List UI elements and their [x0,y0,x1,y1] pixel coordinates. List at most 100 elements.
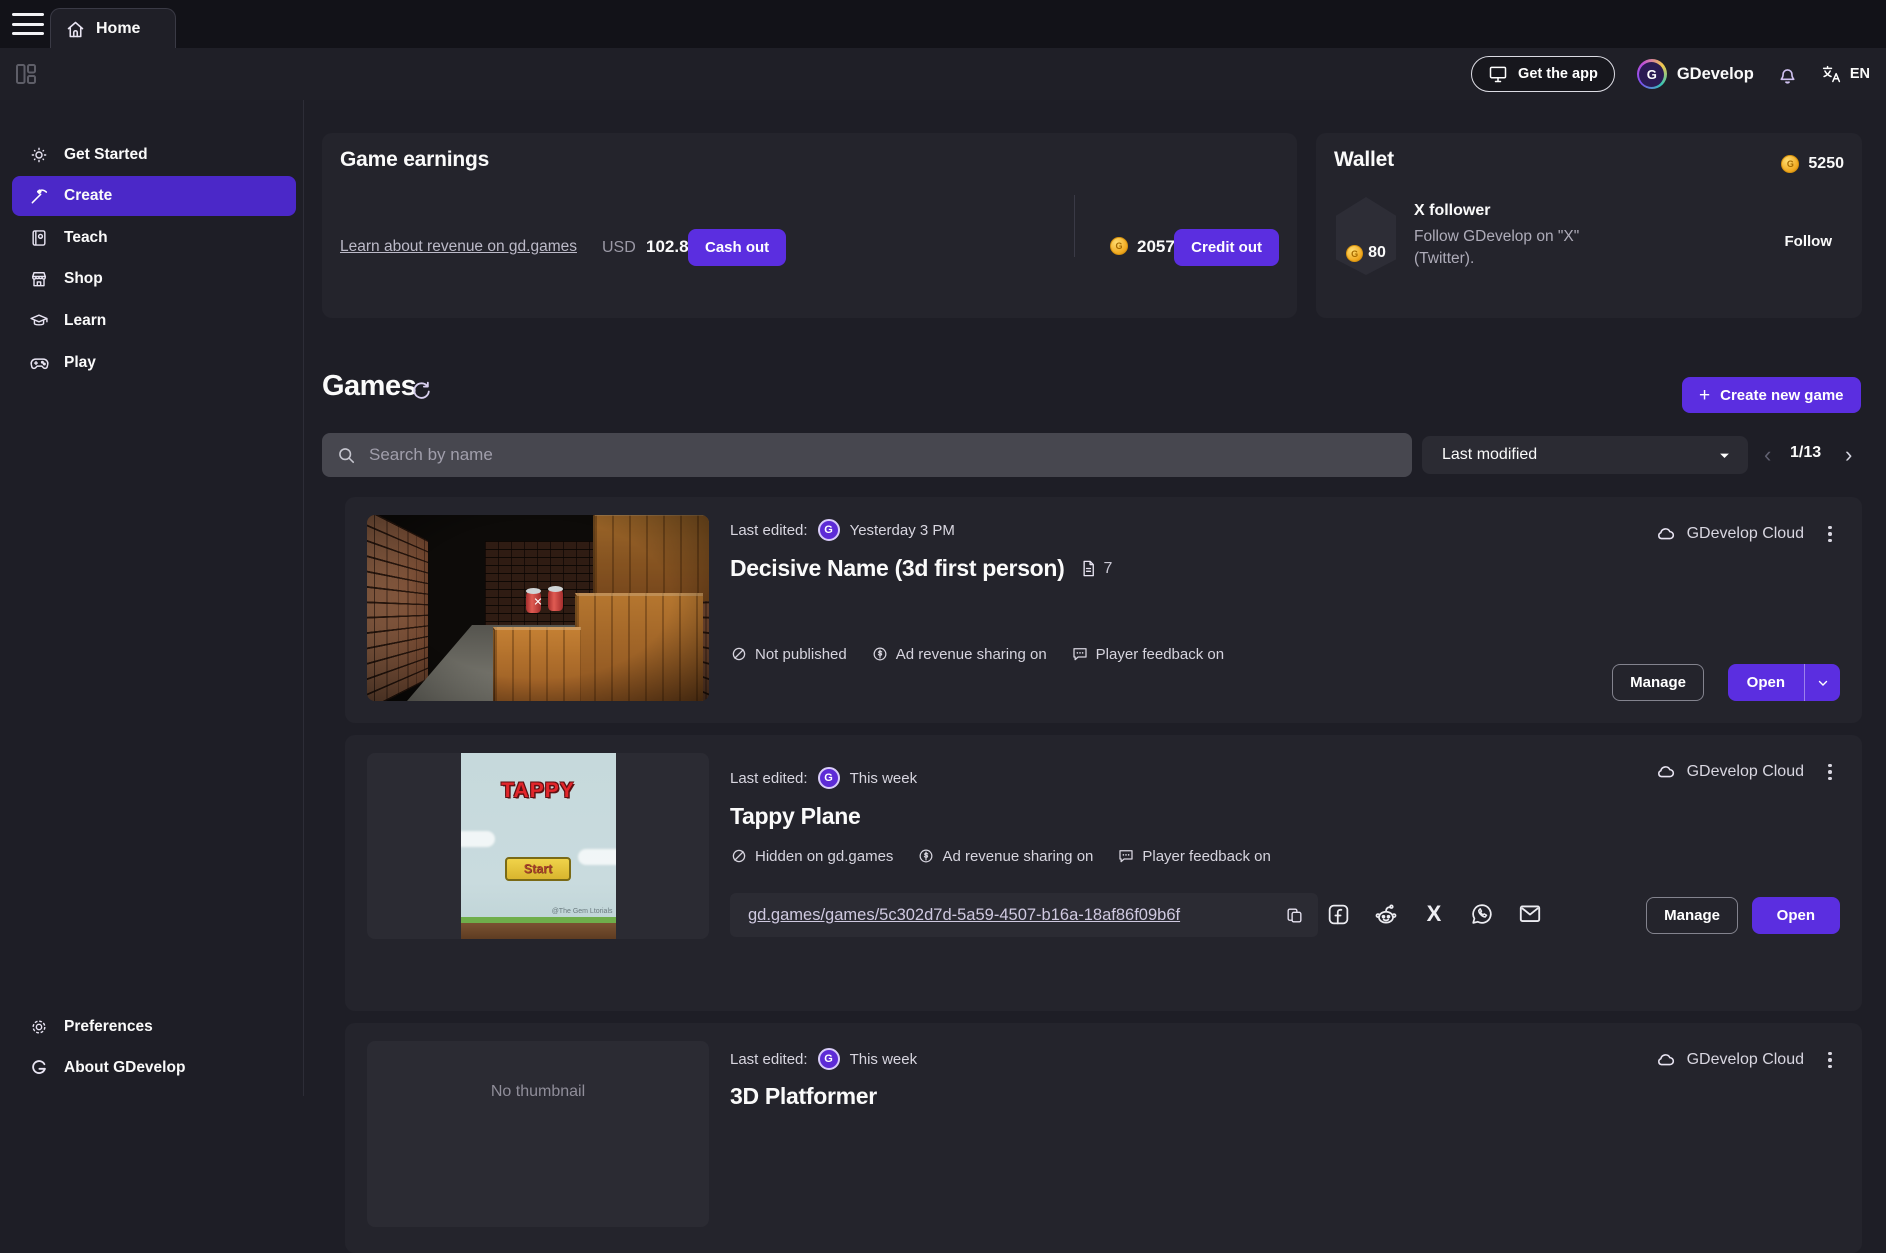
game-title-row: Tappy Plane [730,803,860,830]
create-new-game-label: Create new game [1720,387,1843,404]
graduation-cap-icon [28,311,50,331]
reddit-icon[interactable] [1373,901,1399,927]
wallet-balance: G 5250 [1781,155,1844,173]
chevron-down-icon [1717,448,1732,463]
project-manager-icon[interactable] [14,62,38,86]
book-icon [28,228,50,248]
storage-indicator: GDevelop Cloud [1655,761,1804,783]
player-feedback-tag: Player feedback on [1117,847,1270,865]
game-card: TAPPY Start @The Gem Ltorials Last edite… [345,735,1862,1011]
game-tags: Not published Ad revenue sharing on Play… [730,645,1224,663]
document-icon [1079,559,1098,578]
sidebar-item-get-started[interactable]: Get Started [12,135,296,175]
last-edited-value: This week [850,770,918,787]
dollar-circle-icon [917,847,935,865]
profile-button[interactable]: G GDevelop [1637,59,1754,89]
kebab-menu-icon[interactable] [1820,761,1840,783]
get-the-app-button[interactable]: Get the app [1471,56,1615,92]
search-input[interactable] [369,445,1398,465]
page-indicator: 1/13 [1790,444,1821,462]
menu-icon[interactable] [12,13,44,35]
sort-dropdown[interactable]: Last modified [1422,436,1748,474]
player-feedback-tag: Player feedback on [1071,645,1224,663]
ad-revenue-tag: Ad revenue sharing on [871,645,1047,663]
manage-button[interactable]: Manage [1646,897,1738,934]
copy-icon[interactable] [1285,906,1304,925]
sidebar-item-preferences[interactable]: Preferences [12,1007,296,1047]
tab-bar: Home [0,0,1886,48]
open-button[interactable]: Open [1752,897,1840,934]
last-edited-value: This week [850,1051,918,1068]
sidebar-item-create[interactable]: Create [12,176,296,216]
speech-bubble-icon [1071,645,1089,663]
next-page-icon[interactable]: › [1845,440,1852,471]
gdevelop-logo: G [1637,59,1667,89]
language-selector[interactable]: EN [1821,64,1870,85]
sidebar-item-play[interactable]: Play [12,343,296,383]
last-edited-label: Last edited: [730,522,808,539]
coin-icon: G [1346,245,1363,262]
sun-icon [28,145,50,165]
sidebar-item-learn[interactable]: Learn [12,301,296,341]
open-button-split[interactable]: Open [1728,664,1840,701]
task-desc-line1: Follow GDevelop on "X" [1414,228,1579,246]
tag-label: Hidden on gd.games [755,848,893,865]
revenue-link[interactable]: Learn about revenue on gd.games [340,238,577,256]
whatsapp-icon[interactable] [1469,901,1495,927]
kebab-menu-icon[interactable] [1820,523,1840,545]
previous-page-icon[interactable]: ‹ [1764,440,1771,471]
gamepad-icon [28,353,50,374]
refresh-icon[interactable] [410,380,433,403]
create-new-game-button[interactable]: + Create new game [1682,377,1861,413]
cloud-icon [1655,523,1677,545]
sidebar-label: Learn [64,312,106,330]
last-edited-value: Yesterday 3 PM [850,522,955,539]
x-twitter-icon[interactable]: X [1421,901,1447,927]
earnings-title: Game earnings [340,148,489,172]
game-thumbnail: TAPPY Start @The Gem Ltorials [367,753,709,939]
email-icon[interactable] [1517,901,1543,927]
tag-label: Ad revenue sharing on [942,848,1093,865]
publish-status-tag: Not published [730,645,847,663]
gear-icon [28,1017,50,1037]
follow-button[interactable]: Follow [1785,233,1833,250]
open-button[interactable]: Open [1728,664,1804,701]
game-tags: Hidden on gd.games Ad revenue sharing on… [730,847,1271,865]
sidebar-label: Teach [64,229,108,247]
last-edited-row: Last edited: G Yesterday 3 PM [730,519,955,541]
coin-icon: G [1110,237,1128,255]
thumb-start-button: Start [505,857,571,881]
task-title: X follower [1414,202,1490,220]
tab-home[interactable]: Home [50,8,176,49]
storage-label: GDevelop Cloud [1687,525,1804,543]
manage-button[interactable]: Manage [1612,664,1704,701]
publish-status-tag: Hidden on gd.games [730,847,893,865]
sidebar-item-teach[interactable]: Teach [12,218,296,258]
sidebar-label: Play [64,354,96,372]
wallet-panel: Wallet G 5250 G 80 X follower Follow GDe… [1316,133,1862,318]
game-card: No thumbnail Last edited: G This week 3D… [345,1023,1862,1253]
game-url-link[interactable]: gd.games/games/5c302d7d-5a59-4507-b16a-1… [748,906,1180,925]
game-earnings-panel: Game earnings Learn about revenue on gd.… [322,133,1297,318]
facebook-icon[interactable] [1325,901,1351,927]
kebab-menu-icon[interactable] [1820,1049,1840,1071]
versions-count: 7 [1104,560,1113,578]
credit-out-button[interactable]: Credit out [1174,229,1279,266]
notifications-bell-icon[interactable] [1776,63,1799,86]
sidebar-item-about-gdevelop[interactable]: About GDevelop [12,1048,296,1088]
cash-out-button[interactable]: Cash out [688,229,786,266]
sidebar-item-shop[interactable]: Shop [12,259,296,299]
sidebar: Get Started Create Teach Shop [0,100,304,1096]
translate-icon [1821,64,1842,85]
game-thumbnail: ✕ [367,515,709,701]
sidebar-label: Shop [64,270,103,288]
cloud-icon [1655,1049,1677,1071]
open-dropdown-chevron[interactable] [1804,664,1840,701]
sort-value: Last modified [1442,446,1537,464]
cloud-icon [1655,761,1677,783]
get-the-app-label: Get the app [1518,66,1598,82]
tag-label: Ad revenue sharing on [896,646,1047,663]
wallet-title: Wallet [1334,148,1394,172]
game-title-row: 3D Platformer [730,1083,877,1110]
game-url-chip: gd.games/games/5c302d7d-5a59-4507-b16a-1… [730,893,1318,937]
